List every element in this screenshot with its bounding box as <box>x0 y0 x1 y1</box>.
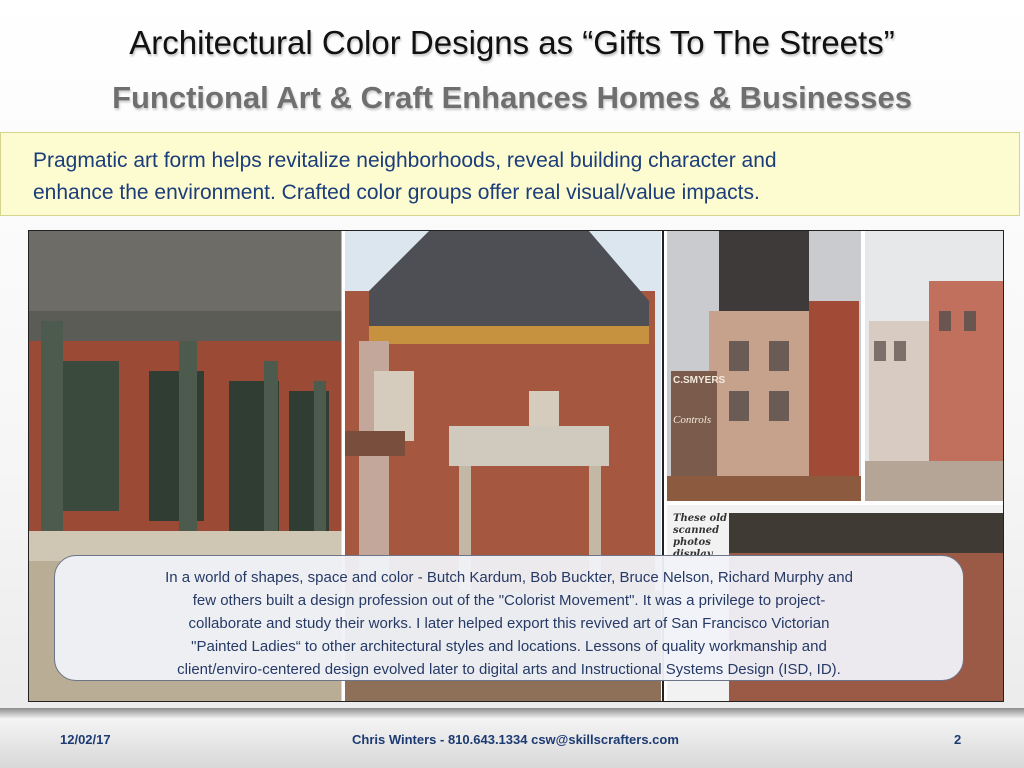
bubble-line: few others built a design profession out… <box>192 592 826 609</box>
scan-note: These old scanned photos display <box>673 513 728 560</box>
footer-contact: Chris Winters - 810.643.1334 csw@skillsc… <box>352 732 679 747</box>
storefront-sign: C.SMYERS <box>673 375 726 386</box>
callout-line: Pragmatic art form helps revitalize neig… <box>33 149 777 172</box>
bubble-line: client/enviro-centered design evolved la… <box>177 661 841 678</box>
intro-callout: Pragmatic art form helps revitalize neig… <box>0 132 1020 216</box>
slide-title: Architectural Color Designs as “Gifts To… <box>129 24 895 61</box>
footer-date: 12/02/17 <box>60 732 111 747</box>
callout-line: enhance the environment. Crafted color g… <box>33 181 760 204</box>
bubble-line: collaborate and study their works. I lat… <box>188 615 830 632</box>
page-number: 2 <box>954 732 962 747</box>
slide-footer: 12/02/17 Chris Winters - 810.643.1334 cs… <box>0 708 1024 768</box>
slide-subtitle: Functional Art & Craft Enhances Homes & … <box>112 80 912 115</box>
storefront-sign: Controls <box>673 414 711 426</box>
colorist-speech-bubble: In a world of shapes, space and color - … <box>54 555 964 681</box>
bubble-line: "Painted Ladies“ to other architectural … <box>191 638 827 655</box>
photo-commercial: C.SMYERS Controls <box>667 231 861 501</box>
photo-towers <box>865 231 1003 501</box>
bubble-line: In a world of shapes, space and color - … <box>165 569 853 586</box>
